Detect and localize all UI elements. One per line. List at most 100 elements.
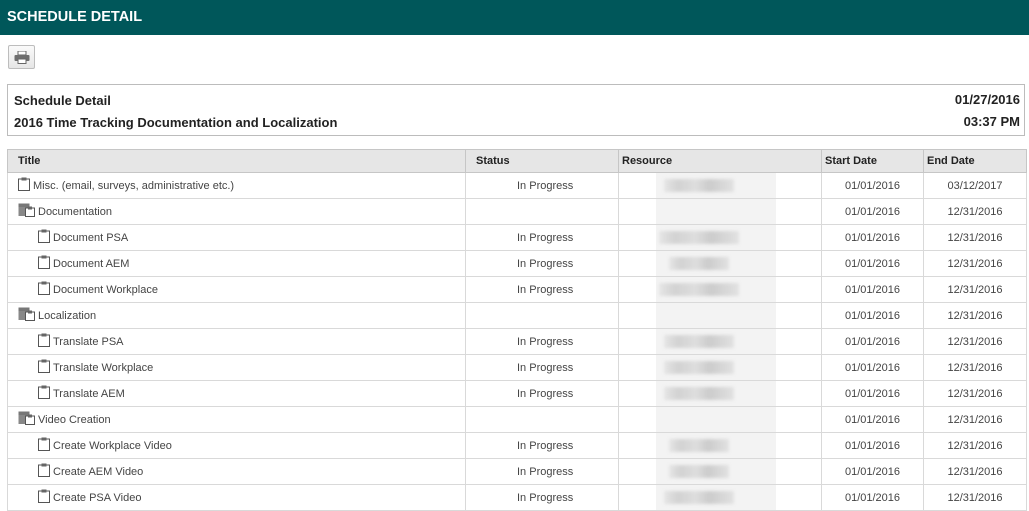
row-title-text: Misc. (email, surveys, administrative et… [33, 180, 235, 192]
row-title[interactable]: Create AEM Video [7, 458, 466, 485]
task-icon [38, 463, 50, 480]
column-header-start-date[interactable]: Start Date [821, 149, 924, 173]
row-status: In Progress [465, 328, 619, 355]
row-status: In Progress [465, 354, 619, 381]
task-icon [38, 333, 50, 350]
table-row[interactable]: Document Workplace In Progress 01/01/2016 1… [7, 276, 1027, 303]
table-row[interactable]: Translate AEM In Progress 01/01/2016 12/31/… [7, 380, 1027, 407]
row-title-text: Document AEM [53, 258, 130, 270]
group-row[interactable]: Localization 01/01/2016 12/31/2016 [7, 302, 1027, 329]
row-status [465, 302, 619, 329]
task-icon [38, 229, 50, 246]
row-resource [618, 302, 822, 329]
resource-redacted-bg [656, 407, 776, 432]
report-date: 01/27/2016 [954, 92, 1020, 107]
resource-redacted [664, 361, 734, 374]
row-end-date: 12/31/2016 [923, 406, 1027, 433]
table-row[interactable]: Create PSA Video In Progress 01/01/2016 12/… [7, 484, 1027, 511]
row-title-text: Create AEM Video [53, 466, 144, 478]
row-resource [618, 406, 822, 433]
resource-redacted-bg [656, 199, 776, 224]
resource-redacted-bg [656, 303, 776, 328]
task-icon [18, 177, 30, 194]
row-status [465, 198, 619, 225]
task-group-icon [18, 411, 35, 428]
row-start-date: 01/01/2016 [821, 250, 924, 277]
row-status: In Progress [465, 458, 619, 485]
schedule-table: Title Status Resource Start Date End Dat… [7, 149, 1027, 511]
row-title[interactable]: Document AEM [7, 250, 466, 277]
window-title-bar: SCHEDULE DETAIL [0, 0, 1029, 35]
row-title[interactable]: Document PSA [7, 224, 466, 251]
print-button[interactable] [8, 45, 35, 69]
row-title[interactable]: Document Workplace [7, 276, 466, 303]
row-resource [618, 224, 822, 251]
table-row[interactable]: Create AEM Video In Progress 01/01/2016 12/… [7, 458, 1027, 485]
row-title[interactable]: Translate Workplace [7, 354, 466, 381]
resource-redacted [664, 387, 734, 400]
row-end-date: 12/31/2016 [923, 354, 1027, 381]
resource-redacted [659, 283, 739, 296]
task-icon [38, 385, 50, 402]
table-row[interactable]: Document PSA In Progress 01/01/2016 12/31/2… [7, 224, 1027, 251]
resource-redacted [669, 465, 729, 478]
row-title[interactable]: Translate PSA [7, 328, 466, 355]
row-end-date: 12/31/2016 [923, 250, 1027, 277]
row-end-date: 12/31/2016 [923, 198, 1027, 225]
row-resource [618, 198, 822, 225]
row-title-text: Documentation [38, 206, 112, 218]
row-start-date: 01/01/2016 [821, 380, 924, 407]
group-row[interactable]: Video Creation 01/01/2016 12/31/2016 [7, 406, 1027, 433]
row-status [465, 406, 619, 433]
task-group-icon [18, 203, 35, 220]
row-resource [618, 250, 822, 277]
project-name: 2016 Time Tracking Documentation and Loc… [14, 115, 338, 130]
toolbar [0, 35, 1029, 84]
row-start-date: 01/01/2016 [821, 328, 924, 355]
column-header-status[interactable]: Status [465, 149, 619, 173]
row-end-date: 03/12/2017 [923, 172, 1027, 199]
row-title-text: Translate PSA [53, 336, 124, 348]
table-row[interactable]: Document AEM In Progress 01/01/2016 12/31/2… [7, 250, 1027, 277]
row-title[interactable]: Create PSA Video [7, 484, 466, 511]
row-resource [618, 458, 822, 485]
task-icon [38, 255, 50, 272]
resource-redacted [664, 491, 734, 504]
task-icon [38, 359, 50, 376]
table-row[interactable]: Misc. (email, surveys, administrative et… [7, 172, 1027, 199]
report-time: 03:37 PM [963, 114, 1020, 129]
row-start-date: 01/01/2016 [821, 276, 924, 303]
row-title[interactable]: Documentation [7, 198, 466, 225]
row-start-date: 01/01/2016 [821, 302, 924, 329]
row-status: In Progress [465, 276, 619, 303]
task-icon [38, 437, 50, 454]
resource-redacted [669, 439, 729, 452]
row-resource [618, 380, 822, 407]
table-row[interactable]: Translate Workplace In Progress 01/01/2016… [7, 354, 1027, 381]
table-row[interactable]: Create Workplace Video In Progress 01/01/2… [7, 432, 1027, 459]
printer-icon [14, 50, 29, 64]
row-title-text: Create Workplace Video [53, 440, 172, 452]
column-header-title[interactable]: Title [7, 149, 466, 173]
column-header-resource[interactable]: Resource [618, 149, 822, 173]
column-header-end-date[interactable]: End Date [923, 149, 1027, 173]
row-status: In Progress [465, 380, 619, 407]
resource-redacted [669, 257, 729, 270]
row-title[interactable]: Video Creation [7, 406, 466, 433]
row-title[interactable]: Create Workplace Video [7, 432, 466, 459]
row-start-date: 01/01/2016 [821, 198, 924, 225]
row-title[interactable]: Misc. (email, surveys, administrative et… [7, 172, 466, 199]
row-end-date: 12/31/2016 [923, 224, 1027, 251]
row-end-date: 12/31/2016 [923, 276, 1027, 303]
row-title[interactable]: Localization [7, 302, 466, 329]
row-resource [618, 354, 822, 381]
row-resource [618, 328, 822, 355]
row-status: In Progress [465, 250, 619, 277]
table-row[interactable]: Translate PSA In Progress 01/01/2016 12/31/… [7, 328, 1027, 355]
row-end-date: 12/31/2016 [923, 432, 1027, 459]
task-icon [38, 489, 50, 506]
group-row[interactable]: Documentation 01/01/2016 12/31/2016 [7, 198, 1027, 225]
row-status: In Progress [465, 432, 619, 459]
row-title[interactable]: Translate AEM [7, 380, 466, 407]
row-start-date: 01/01/2016 [821, 458, 924, 485]
